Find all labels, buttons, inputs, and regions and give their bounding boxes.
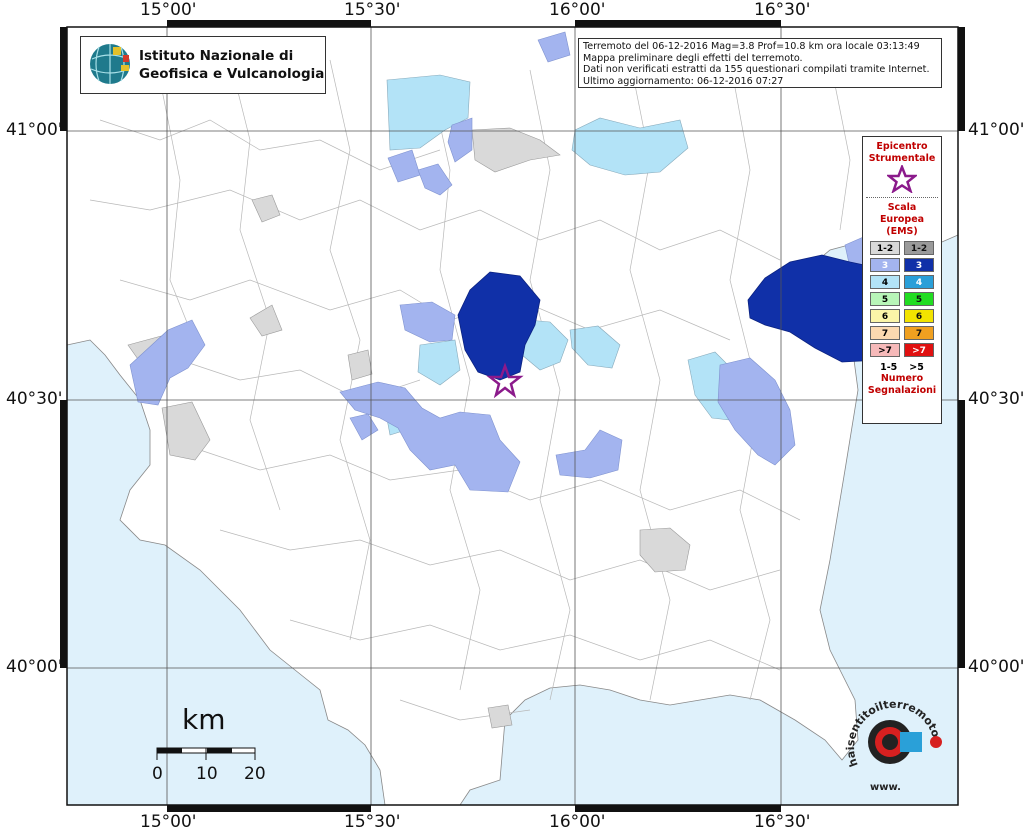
legend-panel: Epicentro Strumentale Scala Europea (EMS… xyxy=(862,136,942,424)
lat-label-41-00-left: 41°00' xyxy=(6,120,63,140)
legend-star-icon xyxy=(885,163,919,194)
lat-label-40-30-left: 40°30' xyxy=(6,389,63,409)
legend-swatch-low: 7 xyxy=(870,326,900,340)
legend-swatch-high: 4 xyxy=(904,275,934,289)
legend-count-high: >5 xyxy=(909,362,924,373)
legend-row: 55 xyxy=(863,292,941,306)
lat-label-40-00-right: 40°00' xyxy=(968,657,1024,677)
legend-divider xyxy=(866,197,938,198)
info-line-2: Mappa preliminare degli effetti del terr… xyxy=(583,52,803,64)
lon-label-16-30-top: 16°30' xyxy=(754,0,811,20)
legend-row: 33 xyxy=(863,258,941,272)
scale-unit-label: km xyxy=(182,703,226,736)
scale-tick-10: 10 xyxy=(196,764,218,784)
legend-count-title-1: Numero xyxy=(880,373,924,384)
legend-count-low: 1-5 xyxy=(880,362,898,373)
legend-epicenter-title-1: Epicentro xyxy=(876,141,928,152)
legend-swatch-high: 5 xyxy=(904,292,934,306)
lon-label-15-30-top: 15°30' xyxy=(344,0,401,20)
legend-epicenter-title-2: Strumentale xyxy=(868,153,936,164)
lon-label-16-00-bottom: 16°00' xyxy=(549,812,606,832)
institute-name-line1: Istituto Nazionale di xyxy=(139,48,294,64)
legend-scale-title-3: (EMS) xyxy=(886,226,918,237)
lon-label-16-30-bottom: 16°30' xyxy=(754,812,811,832)
legend-swatch-high: >7 xyxy=(904,343,934,357)
globe-icon xyxy=(90,44,130,84)
legend-swatch-low: >7 xyxy=(870,343,900,357)
ingv-logo: Istituto Nazionale di Geofisica e Vulcan… xyxy=(80,36,326,94)
legend-swatch-low: 5 xyxy=(870,292,900,306)
watermark-url: www. xyxy=(870,782,901,793)
legend-row: 77 xyxy=(863,326,941,340)
lat-label-41-00-right: 41°00' xyxy=(968,120,1024,140)
lat-label-40-00-left: 40°00' xyxy=(6,657,63,677)
legend-swatch-low: 4 xyxy=(870,275,900,289)
info-line-4: Ultimo aggiornamento: 06-12-2016 07:27 xyxy=(583,75,784,87)
institute-name-line2: Geofisica e Vulcanologia xyxy=(139,66,325,82)
legend-swatch-low: 3 xyxy=(870,258,900,272)
haisentito-logo: haisentitoilterremoto.it www. xyxy=(840,690,943,793)
legend-scale-title-1: Scala xyxy=(887,202,917,213)
legend-swatch-low: 6 xyxy=(870,309,900,323)
lon-label-15-00-top: 15°00' xyxy=(140,0,197,20)
legend-swatch-high: 7 xyxy=(904,326,934,340)
legend-swatch-low: 1-2 xyxy=(870,241,900,255)
legend-row: 1-2 1-2 xyxy=(863,241,941,255)
legend-row: 44 xyxy=(863,275,941,289)
info-line-3: Dati non verificati estratti da 155 ques… xyxy=(583,64,930,75)
scale-tick-0: 0 xyxy=(152,764,163,784)
scale-tick-20: 20 xyxy=(244,764,266,784)
lon-label-15-30-bottom: 15°30' xyxy=(344,812,401,832)
legend-rows: 1-2 1-2 3 3 4 4 5 5 6 6 7 7 >7 >7 xyxy=(863,241,941,357)
earthquake-info-box: Terremoto del 06-12-2016 Mag=3.8 Prof=10… xyxy=(578,38,942,88)
legend-swatch-high: 6 xyxy=(904,309,934,323)
legend-row: 66 xyxy=(863,309,941,323)
lat-label-40-30-right: 40°30' xyxy=(968,389,1024,409)
legend-row: >7 >7 xyxy=(863,343,941,357)
legend-scale-title-2: Europea xyxy=(879,214,925,225)
lon-label-15-00-bottom: 15°00' xyxy=(140,812,197,832)
legend-swatch-high: 1-2 xyxy=(904,241,934,255)
legend-swatch-high: 3 xyxy=(904,258,934,272)
lon-label-16-00-top: 16°00' xyxy=(549,0,606,20)
info-line-1: Terremoto del 06-12-2016 Mag=3.8 Prof=10… xyxy=(583,41,920,52)
legend-count-title-2: Segnalazioni xyxy=(867,385,937,396)
